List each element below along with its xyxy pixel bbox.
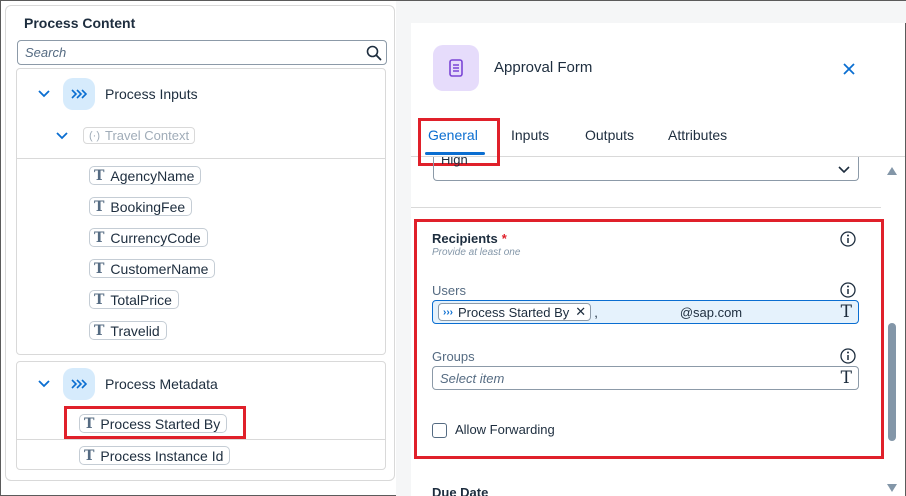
text-type-icon: T <box>94 260 105 277</box>
search-icon[interactable] <box>362 42 386 64</box>
process-metadata-node[interactable]: Process Metadata <box>37 368 218 400</box>
highlight-box <box>414 219 884 459</box>
process-metadata-label: Process Metadata <box>105 376 218 392</box>
search-input[interactable]: Search <box>17 40 387 65</box>
tab-outputs[interactable]: Outputs <box>585 127 634 143</box>
field-chip-process-instance-id[interactable]: T Process Instance Id <box>79 446 231 465</box>
chevron-down-icon[interactable] <box>55 129 69 143</box>
field-label: AgencyName <box>110 167 195 184</box>
field-label: Process Instance Id <box>100 447 224 464</box>
field-chip-bookingfee[interactable]: T BookingFee <box>89 197 193 216</box>
field-chip-currencycode[interactable]: T CurrencyCode <box>89 228 208 247</box>
text-type-icon: T <box>84 447 95 464</box>
process-inputs-node[interactable]: Process Inputs <box>37 78 198 110</box>
field-chip-totalprice[interactable]: T TotalPrice <box>89 290 179 309</box>
divider <box>17 439 385 440</box>
due-date-label: Due Date <box>432 485 489 496</box>
chevron-down-icon[interactable] <box>37 87 51 101</box>
scroll-down-arrow-icon[interactable] <box>886 483 898 493</box>
priority-select[interactable]: High <box>433 157 859 181</box>
text-type-icon: T <box>94 229 105 246</box>
field-label: CustomerName <box>110 260 209 277</box>
panel-gap <box>396 1 411 496</box>
tab-attributes[interactable]: Attributes <box>668 127 727 143</box>
travel-context-label: Travel Context <box>105 128 190 143</box>
field-chip-customername[interactable]: T CustomerName <box>89 259 216 278</box>
process-content-panel: Process Content Search Process Inputs (·… <box>5 5 395 481</box>
tab-inputs[interactable]: Inputs <box>511 127 549 143</box>
field-label: Travelid <box>110 322 160 339</box>
chevron-down-icon[interactable] <box>37 377 51 391</box>
panel-gap <box>411 1 906 23</box>
structure-icon: (·) <box>89 129 100 142</box>
field-chip-travelid[interactable]: T Travelid <box>89 321 167 340</box>
chevron-down-icon[interactable] <box>838 161 850 179</box>
process-inputs-label: Process Inputs <box>105 86 198 102</box>
scroll-up-arrow-icon[interactable] <box>886 166 898 176</box>
section-divider <box>411 207 881 208</box>
priority-value: High <box>441 157 468 167</box>
search-placeholder: Search <box>25 45 67 60</box>
highlight-box <box>64 406 246 439</box>
scrollbar-thumb[interactable] <box>888 323 896 441</box>
field-chip-agencyname[interactable]: T AgencyName <box>89 166 202 185</box>
close-icon[interactable] <box>839 59 859 79</box>
text-type-icon: T <box>94 291 105 308</box>
text-type-icon: T <box>94 322 105 339</box>
field-label: BookingFee <box>110 198 186 215</box>
field-label: TotalPrice <box>110 291 172 308</box>
process-double-chevron-icon <box>63 368 95 400</box>
field-label: CurrencyCode <box>110 229 201 246</box>
process-double-chevron-icon <box>63 78 95 110</box>
travel-context-chip[interactable]: (·) Travel Context <box>83 127 196 144</box>
form-title: Approval Form <box>494 59 593 76</box>
text-type-icon: T <box>94 167 105 184</box>
approval-form-panel: Approval Form General Inputs Outputs Att… <box>411 23 905 496</box>
travel-context-node[interactable]: (·) Travel Context <box>55 127 196 144</box>
panel-title: Process Content <box>24 15 136 31</box>
form-document-icon <box>433 45 479 91</box>
text-type-icon: T <box>94 198 105 215</box>
process-inputs-group: Process Inputs (·) Travel Context T Agen… <box>16 68 386 355</box>
divider <box>17 158 385 159</box>
